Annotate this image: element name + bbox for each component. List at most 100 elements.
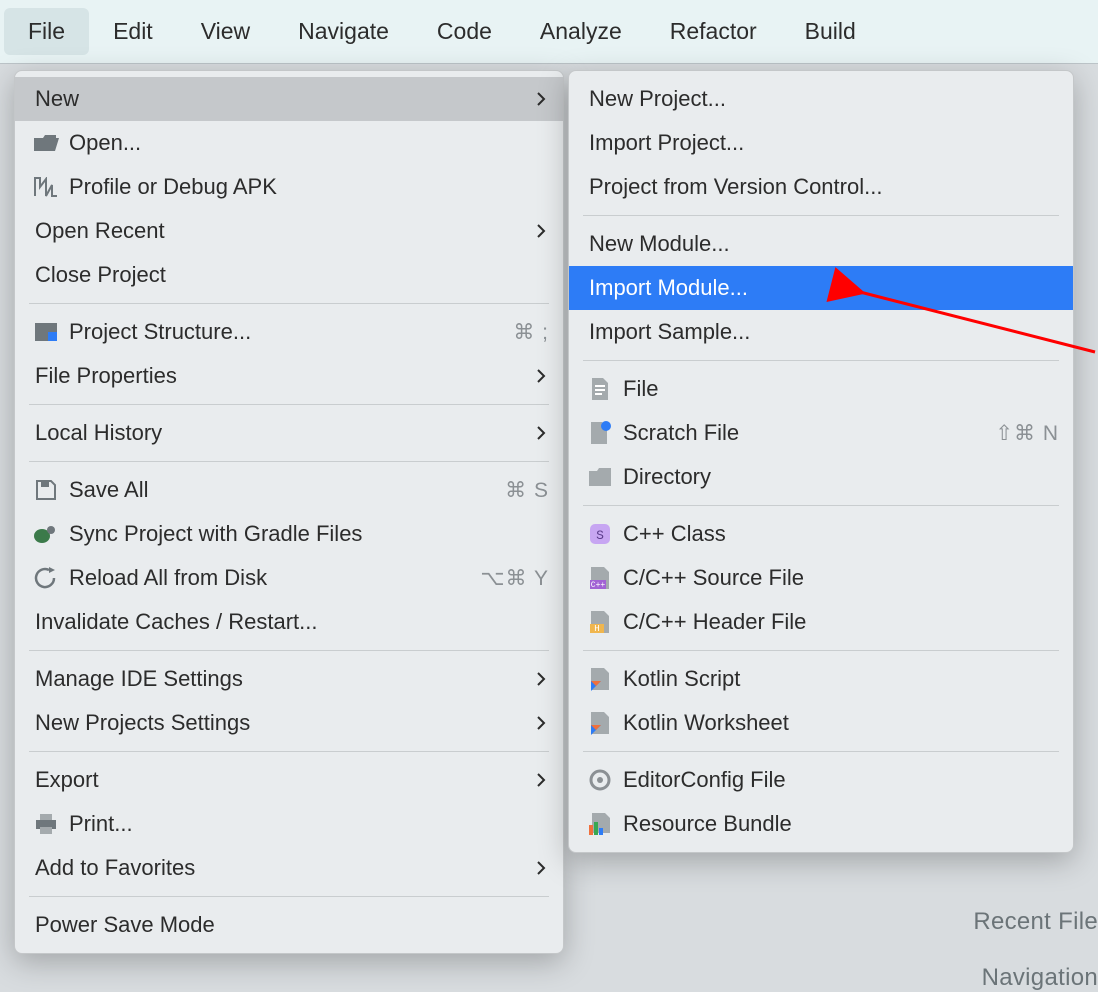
menu-item-shortcut: ⌘ S [505, 478, 549, 503]
kotlin-icon [583, 664, 617, 694]
menu-item-label: Project from Version Control... [583, 174, 882, 200]
kotlin-icon [583, 708, 617, 738]
menu-item-open-recent[interactable]: Open Recent [15, 209, 563, 253]
reload-icon [29, 563, 63, 593]
menu-item-label: Close Project [29, 262, 166, 288]
chevron-right-icon [533, 223, 549, 239]
menu-separator [29, 303, 549, 304]
menu-item-export[interactable]: Export [15, 758, 563, 802]
menu-item-save-all[interactable]: Save All ⌘ S [15, 468, 563, 512]
chevron-right-icon [533, 425, 549, 441]
menu-item-close-project[interactable]: Close Project [15, 253, 563, 297]
menu-item-scratch-file[interactable]: Scratch File ⇧⌘ N [569, 411, 1073, 455]
menu-item-label: C/C++ Header File [617, 609, 806, 635]
menu-item-label: File [617, 376, 658, 402]
menu-item-new-projects-settings[interactable]: New Projects Settings [15, 701, 563, 745]
menu-item-local-history[interactable]: Local History [15, 411, 563, 455]
hint-navigation: Navigation [982, 964, 1098, 992]
menu-item-manage-ide-settings[interactable]: Manage IDE Settings [15, 657, 563, 701]
menu-item-label: New Module... [583, 231, 730, 257]
menu-separator [29, 751, 549, 752]
menu-item-label: Add to Favorites [29, 855, 195, 881]
chevron-right-icon [533, 91, 549, 107]
menu-item-project-structure[interactable]: Project Structure... ⌘ ; [15, 310, 563, 354]
menu-item-label: Scratch File [617, 420, 739, 446]
menu-item-label: Sync Project with Gradle Files [63, 521, 362, 547]
menu-item-cpp-class[interactable]: S C++ Class [569, 512, 1073, 556]
menu-item-shortcut: ⌥⌘ Y [480, 566, 549, 591]
gear-icon [583, 765, 617, 795]
menu-item-import-project[interactable]: Import Project... [569, 121, 1073, 165]
menu-item-label: Directory [617, 464, 711, 490]
menu-separator [29, 896, 549, 897]
menu-item-kotlin-script[interactable]: Kotlin Script [569, 657, 1073, 701]
menu-item-print[interactable]: Print... [15, 802, 563, 846]
menubar: File Edit View Navigate Code Analyze Ref… [0, 0, 1098, 64]
menu-item-sync-gradle[interactable]: Sync Project with Gradle Files [15, 512, 563, 556]
menu-item-open[interactable]: Open... [15, 121, 563, 165]
menu-separator [583, 505, 1059, 506]
menu-item-cpp-header[interactable]: H C/C++ Header File [569, 600, 1073, 644]
menu-item-new-module[interactable]: New Module... [569, 222, 1073, 266]
menubar-item-refactor[interactable]: Refactor [646, 8, 781, 55]
menubar-item-build[interactable]: Build [781, 8, 880, 55]
cpp-header-icon: H [583, 607, 617, 637]
menu-item-new-file[interactable]: File [569, 367, 1073, 411]
menu-item-kotlin-worksheet[interactable]: Kotlin Worksheet [569, 701, 1073, 745]
menu-item-directory[interactable]: Directory [569, 455, 1073, 499]
menubar-item-edit[interactable]: Edit [89, 8, 177, 55]
menu-separator [583, 360, 1059, 361]
menu-item-editorconfig[interactable]: EditorConfig File [569, 758, 1073, 802]
cpp-class-icon: S [583, 519, 617, 549]
menubar-item-analyze[interactable]: Analyze [516, 8, 646, 55]
menu-item-project-from-vcs[interactable]: Project from Version Control... [569, 165, 1073, 209]
resource-bundle-icon [583, 809, 617, 839]
menu-separator [583, 215, 1059, 216]
save-icon [29, 475, 63, 505]
chevron-right-icon [533, 860, 549, 876]
menu-item-label: Power Save Mode [29, 912, 215, 938]
menu-separator [29, 404, 549, 405]
chevron-right-icon [533, 671, 549, 687]
menu-item-label: Print... [63, 811, 133, 837]
chevron-right-icon [533, 715, 549, 731]
menu-item-label: New Projects Settings [29, 710, 250, 736]
menu-separator [29, 461, 549, 462]
menu-item-shortcut: ⌘ ; [513, 320, 549, 345]
sync-gradle-icon [29, 519, 63, 549]
menu-item-file-properties[interactable]: File Properties [15, 354, 563, 398]
menu-item-new[interactable]: New [15, 77, 563, 121]
menu-file: New Open... Profile or Debug APK Open Re… [14, 70, 564, 954]
chevron-right-icon [533, 772, 549, 788]
menu-item-resource-bundle[interactable]: Resource Bundle [569, 802, 1073, 846]
menu-item-invalidate-caches[interactable]: Invalidate Caches / Restart... [15, 600, 563, 644]
menu-item-label: File Properties [29, 363, 177, 389]
menubar-item-view[interactable]: View [177, 8, 274, 55]
menubar-item-file[interactable]: File [4, 8, 89, 55]
menu-item-shortcut: ⇧⌘ N [995, 421, 1059, 446]
menu-item-import-sample[interactable]: Import Sample... [569, 310, 1073, 354]
menu-item-label: Import Module... [583, 275, 748, 301]
svg-text:H: H [594, 624, 599, 634]
menu-item-label: Save All [63, 477, 149, 503]
menu-item-import-module[interactable]: Import Module... [569, 266, 1073, 310]
menu-item-label: EditorConfig File [617, 767, 786, 793]
menu-item-label: Manage IDE Settings [29, 666, 243, 692]
menu-item-power-save[interactable]: Power Save Mode [15, 903, 563, 947]
scratch-file-icon [583, 418, 617, 448]
menubar-item-navigate[interactable]: Navigate [274, 8, 413, 55]
menu-item-profile-apk[interactable]: Profile or Debug APK [15, 165, 563, 209]
menu-item-reload-disk[interactable]: Reload All from Disk ⌥⌘ Y [15, 556, 563, 600]
menubar-item-code[interactable]: Code [413, 8, 516, 55]
menu-item-new-project[interactable]: New Project... [569, 77, 1073, 121]
print-icon [29, 809, 63, 839]
menu-item-label: C/C++ Source File [617, 565, 804, 591]
menu-item-label: Open... [63, 130, 141, 156]
menu-item-cpp-source[interactable]: C++ C/C++ Source File [569, 556, 1073, 600]
folder-open-icon [29, 128, 63, 158]
menu-separator [583, 751, 1059, 752]
project-structure-icon [29, 317, 63, 347]
menu-separator [583, 650, 1059, 651]
menu-item-label: Reload All from Disk [63, 565, 267, 591]
menu-item-add-favorites[interactable]: Add to Favorites [15, 846, 563, 890]
